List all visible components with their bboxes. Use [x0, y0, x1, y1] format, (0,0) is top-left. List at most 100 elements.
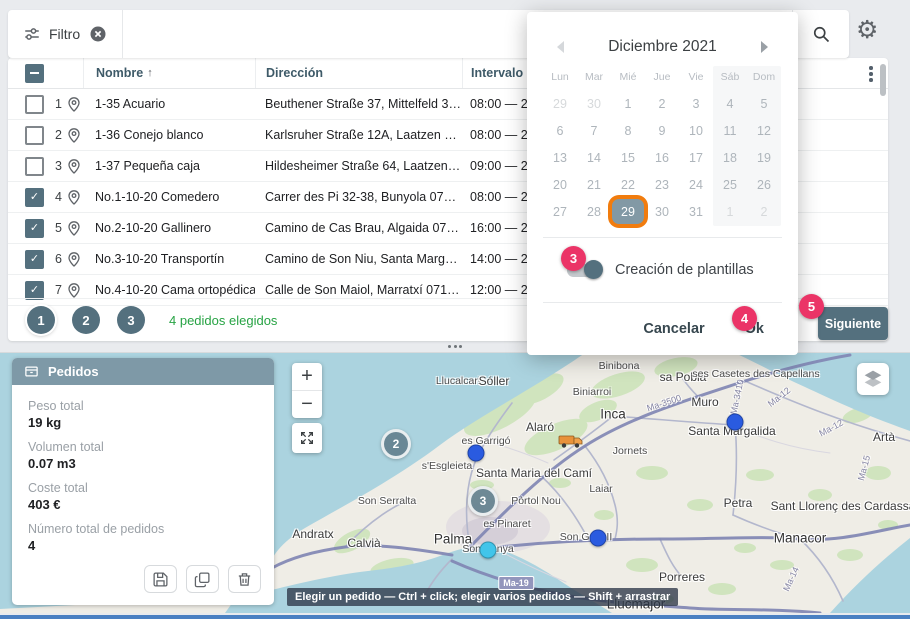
calendar-day[interactable]: 2: [645, 90, 679, 117]
calendar-day[interactable]: 19: [747, 144, 781, 171]
copy-button[interactable]: [186, 565, 219, 593]
summary-stat: Número total de pedidos4: [28, 521, 258, 554]
row-checkbox[interactable]: [25, 250, 44, 269]
page-button-1[interactable]: 1: [27, 306, 55, 334]
month-title: Diciembre 2021: [608, 38, 717, 56]
calendar-day[interactable]: 3: [679, 90, 713, 117]
calendar-day[interactable]: 8: [611, 117, 645, 144]
calendar-day[interactable]: 20: [543, 171, 577, 198]
calendar-day[interactable]: 23: [645, 171, 679, 198]
calendar-day[interactable]: 12: [747, 117, 781, 144]
column-header-nombre[interactable]: Nombre ↑: [83, 58, 255, 88]
weekday-label: Mar: [577, 68, 611, 86]
pane-splitter-handle[interactable]: [443, 343, 467, 349]
weekday-row: LunMarMiéJueVieSábDom: [543, 68, 781, 86]
calendar-day[interactable]: 4: [713, 90, 747, 117]
calendar-day[interactable]: 27: [543, 198, 577, 225]
select-all-checkbox[interactable]: [25, 64, 44, 83]
fullscreen-button[interactable]: [292, 423, 322, 453]
calendar-day-selected[interactable]: 29: [612, 199, 644, 224]
calendar-day[interactable]: 11: [713, 117, 747, 144]
cancel-button[interactable]: Cancelar: [643, 321, 704, 337]
map-cluster-marker[interactable]: 2: [381, 429, 411, 459]
datepicker-dialog: Diciembre 2021 LunMarMiéJueVieSábDom 293…: [527, 12, 798, 355]
row-checkbox[interactable]: [25, 281, 44, 300]
sort-ascending-icon: ↑: [147, 67, 153, 79]
map-order-marker[interactable]: [468, 445, 485, 462]
calendar-day[interactable]: 18: [713, 144, 747, 171]
order-address: Beuthener Straße 37, Mittelfeld 305...: [255, 97, 462, 111]
calendar-day[interactable]: 2: [747, 198, 781, 225]
prev-month-icon[interactable]: [555, 40, 567, 54]
order-address: Carrer des Pi 32-38, Bunyola 07110,...: [255, 190, 462, 204]
calendar-day[interactable]: 14: [577, 144, 611, 171]
search-button[interactable]: [792, 10, 849, 58]
clear-filter-icon[interactable]: [89, 25, 107, 43]
toggle-label: Creación de plantillas: [615, 262, 754, 278]
zoom-out-button[interactable]: −: [292, 391, 322, 418]
next-month-icon[interactable]: [758, 40, 770, 54]
settings-gear-icon[interactable]: ⚙: [856, 18, 878, 43]
column-header-direccion[interactable]: Dirección: [255, 58, 462, 88]
calendar-day[interactable]: 5: [747, 90, 781, 117]
table-scrollbar-thumb[interactable]: [880, 64, 886, 96]
row-checkbox[interactable]: [25, 157, 44, 176]
calendar-day[interactable]: 1: [611, 90, 645, 117]
calendar-day[interactable]: 28: [577, 198, 611, 225]
vehicle-truck-icon[interactable]: [558, 433, 584, 449]
stat-label: Peso total: [28, 398, 258, 414]
calendar-day[interactable]: 30: [577, 90, 611, 117]
map-order-marker[interactable]: [727, 414, 744, 431]
row-number: 1: [55, 97, 62, 111]
bottom-accent-bar: [0, 615, 910, 619]
siguiente-button[interactable]: Siguiente: [818, 307, 888, 340]
calendar-day[interactable]: 21: [577, 171, 611, 198]
order-name: 1-36 Conejo blanco: [83, 128, 255, 142]
delete-button[interactable]: [228, 565, 261, 593]
calendar-day[interactable]: 9: [645, 117, 679, 144]
page-button-2[interactable]: 2: [72, 306, 100, 334]
row-number: 3: [55, 159, 62, 173]
map-order-marker[interactable]: [590, 530, 607, 547]
calendar-day[interactable]: 1: [713, 198, 747, 225]
datepicker-header: Diciembre 2021: [543, 36, 782, 58]
calendar-day[interactable]: 24: [679, 171, 713, 198]
map-pin-icon: [68, 221, 80, 236]
summary-stat: Peso total19 kg: [28, 398, 258, 431]
map-order-marker[interactable]: [480, 542, 497, 559]
calendar-day[interactable]: 16: [645, 144, 679, 171]
order-name: No.3-10-20 Transportín: [83, 252, 255, 266]
row-checkbox[interactable]: [25, 95, 44, 114]
calendar-day[interactable]: 13: [543, 144, 577, 171]
calendar-day[interactable]: 25: [713, 171, 747, 198]
calendar-day[interactable]: 6: [543, 117, 577, 144]
calendar-day[interactable]: 29: [543, 90, 577, 117]
calendar-day[interactable]: 10: [679, 117, 713, 144]
map-cluster-marker[interactable]: 3: [468, 486, 498, 516]
calendar-day[interactable]: 30: [645, 198, 679, 225]
row-select-cell: 6: [8, 250, 83, 269]
row-checkbox[interactable]: [25, 188, 44, 207]
stat-label: Coste total: [28, 480, 258, 496]
table-menu-kebab-icon[interactable]: [864, 65, 878, 83]
layers-button[interactable]: [857, 363, 889, 395]
page-button-3[interactable]: 3: [117, 306, 145, 334]
calendar-day[interactable]: 15: [611, 144, 645, 171]
column-label: Intervalo d: [471, 66, 534, 80]
weekday-label: Vie: [679, 68, 713, 86]
calendar-day[interactable]: 22: [611, 171, 645, 198]
row-checkbox[interactable]: [25, 219, 44, 238]
calendar-day[interactable]: 31: [679, 198, 713, 225]
calendar-day[interactable]: 7: [577, 117, 611, 144]
save-button[interactable]: [144, 565, 177, 593]
zoom-in-button[interactable]: +: [292, 363, 322, 391]
row-checkbox[interactable]: [25, 126, 44, 145]
stat-value: 403 €: [28, 496, 258, 513]
annotation-badge-3: 3: [561, 246, 586, 271]
order-name: 1-37 Pequeña caja: [83, 159, 255, 173]
map-hint-bar: Elegir un pedido — Ctrl + click; elegir …: [287, 588, 678, 606]
calendar-day[interactable]: 26: [747, 171, 781, 198]
map-pin-icon: [68, 97, 80, 112]
filter-button[interactable]: Filtro: [8, 10, 123, 58]
calendar-day[interactable]: 17: [679, 144, 713, 171]
